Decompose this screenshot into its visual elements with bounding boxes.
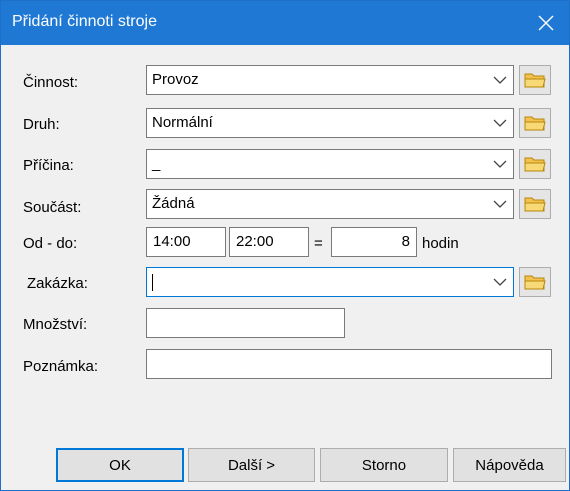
close-icon <box>538 15 554 31</box>
soucast-browse-button[interactable] <box>519 189 551 219</box>
chevron-down-icon <box>493 278 507 286</box>
pricina-combobox[interactable]: _ <box>146 149 514 179</box>
folder-icon <box>524 116 546 131</box>
soucast-label: Součást: <box>23 199 82 216</box>
close-button[interactable] <box>523 1 569 45</box>
druh-browse-button[interactable] <box>519 108 551 138</box>
hours-unit-label: hodin <box>422 235 459 252</box>
time-from-input[interactable]: 14:00 <box>146 227 226 257</box>
chevron-down-icon <box>493 76 507 84</box>
help-button[interactable]: Nápověda <box>453 448 566 482</box>
folder-icon <box>524 73 546 88</box>
cinnost-value: Provoz <box>152 71 199 88</box>
text-caret <box>152 274 153 291</box>
dialog-window: Přidání činnoti stroje Činnost: Provoz D… <box>0 0 570 491</box>
cancel-button[interactable]: Storno <box>320 448 448 482</box>
cinnost-combobox[interactable]: Provoz <box>146 65 514 95</box>
ok-button[interactable]: OK <box>56 448 184 482</box>
folder-icon <box>524 275 546 290</box>
chevron-down-icon <box>493 160 507 168</box>
mnozstvi-input[interactable] <box>146 308 345 338</box>
chevron-down-icon <box>493 200 507 208</box>
window-title: Přidání činnoti stroje <box>12 13 157 30</box>
cinnost-label: Činnost: <box>23 74 79 91</box>
cinnost-browse-button[interactable] <box>519 65 551 95</box>
soucast-combobox[interactable]: Žádná <box>146 189 514 219</box>
zakazka-label: Zakázka: <box>27 275 88 292</box>
time-to-value: 22:00 <box>236 233 274 250</box>
pricina-browse-button[interactable] <box>519 149 551 179</box>
pricina-label: Příčina: <box>23 157 74 174</box>
soucast-value: Žádná <box>152 195 195 212</box>
folder-icon <box>524 197 546 212</box>
folder-icon <box>524 157 546 172</box>
equals-sign: = <box>314 235 323 252</box>
mnozstvi-label: Množství: <box>23 316 88 333</box>
poznamka-input[interactable] <box>146 349 552 379</box>
time-to-input[interactable]: 22:00 <box>229 227 309 257</box>
zakazka-browse-button[interactable] <box>519 267 551 297</box>
hours-value: 8 <box>401 233 410 250</box>
chevron-down-icon <box>493 119 507 127</box>
druh-combobox[interactable]: Normální <box>146 108 514 138</box>
druh-value: Normální <box>152 114 213 131</box>
pricina-value: _ <box>152 155 161 172</box>
title-bar: Přidání činnoti stroje <box>1 1 569 45</box>
next-button[interactable]: Další > <box>188 448 315 482</box>
od-do-label: Od - do: <box>23 235 78 252</box>
poznamka-label: Poznámka: <box>23 358 99 375</box>
druh-label: Druh: <box>23 116 60 133</box>
time-from-value: 14:00 <box>153 233 191 250</box>
zakazka-combobox[interactable] <box>146 267 514 297</box>
hours-input[interactable]: 8 <box>331 227 417 257</box>
